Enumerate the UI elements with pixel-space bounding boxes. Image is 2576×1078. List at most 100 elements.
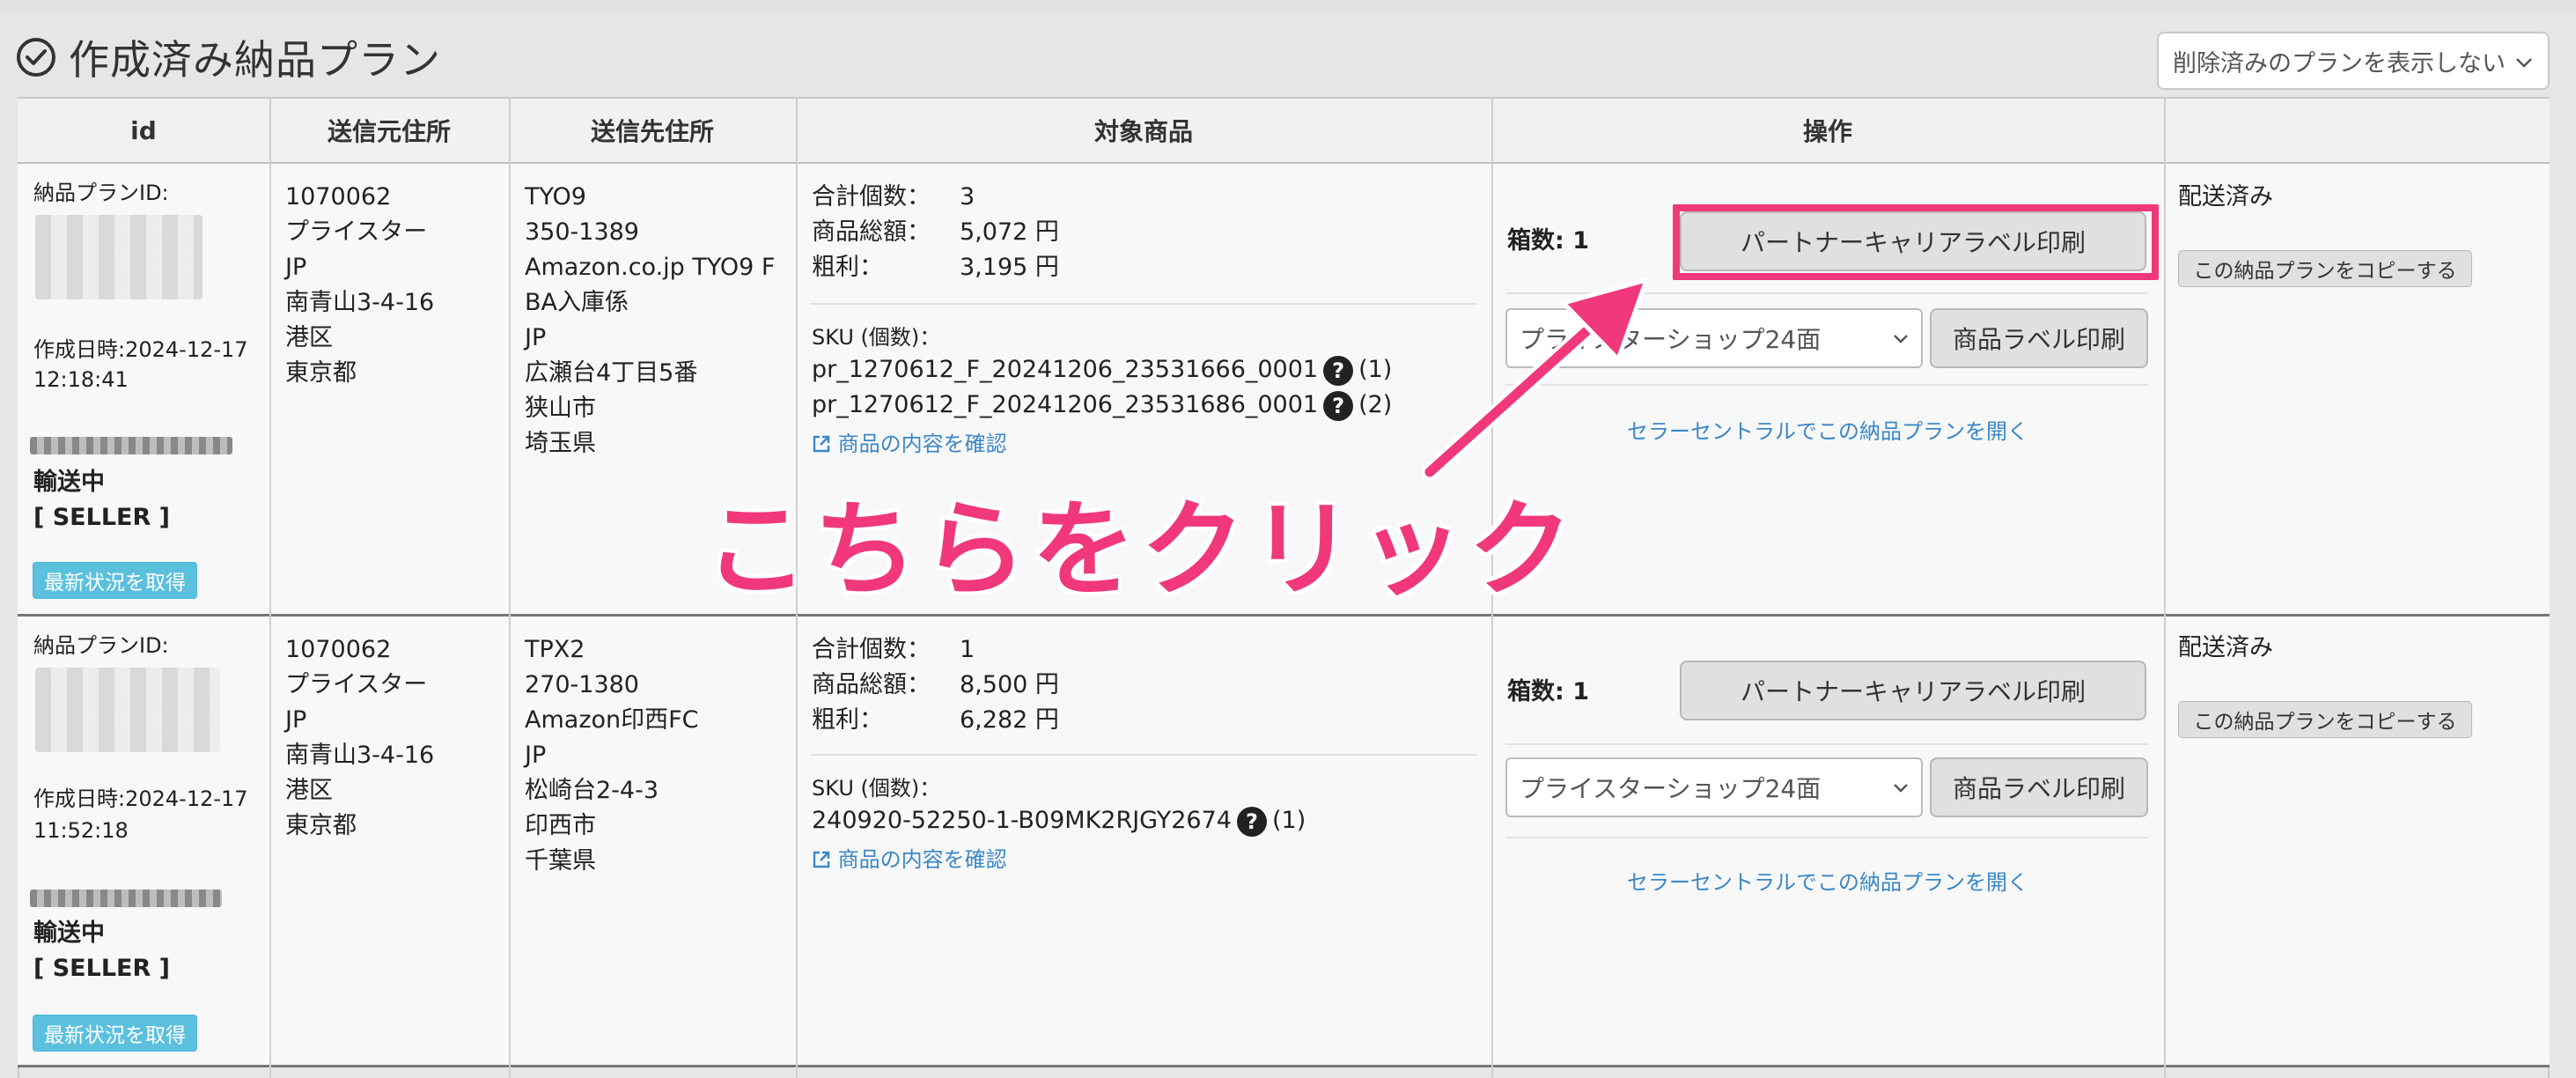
address-line: 港区	[285, 324, 333, 351]
column-header-to: 送信先住所	[590, 117, 714, 146]
from-address: 1070062 プライスター JP 南青山3-4-16 港区 東京都	[285, 632, 434, 844]
copy-plan-button[interactable]: この納品プランをコピーする	[2178, 701, 2472, 738]
item-label-print-button[interactable]: 商品ラベル印刷	[1930, 757, 2148, 817]
address-line: プライスター	[285, 218, 428, 246]
sku-code: pr_1270612_F_20241206_23531686_0001	[812, 391, 1319, 418]
redacted-text	[30, 437, 232, 454]
item-label-print-button[interactable]: 商品ラベル印刷	[1930, 308, 2148, 368]
table-header: id 送信元住所 送信先住所 対象商品 操作	[18, 97, 2550, 164]
to-address: TPX2 270-1380 Amazon印西FC JP 松崎台2-4-3 印西市…	[525, 632, 699, 879]
address-line: JP	[525, 742, 547, 769]
box-count: 箱数: 1	[1507, 227, 1589, 255]
column-divider	[509, 97, 511, 1078]
address-line: 東京都	[285, 812, 357, 839]
address-line: 狭山市	[525, 395, 596, 422]
created-time: 11:52:18	[33, 818, 129, 843]
sku-code: pr_1270612_F_20241206_23531666_0001	[812, 356, 1319, 383]
divider	[810, 303, 1477, 305]
summary-label: 合計個数：	[812, 636, 931, 663]
address-line: 270-1380	[525, 671, 639, 698]
highlight-box	[1673, 204, 2159, 280]
divider	[1505, 743, 2148, 745]
address-line: JP	[285, 706, 307, 734]
deleted-plan-filter-select[interactable]: 削除済みのプランを表示しない	[2157, 32, 2550, 90]
address-line: TPX2	[525, 636, 585, 663]
page-title: 作成済み納品プラン	[69, 36, 441, 84]
divider	[1505, 837, 2148, 838]
column-header-actions: 操作	[1802, 117, 1852, 146]
address-line: Amazon.co.jp TYO9 F	[525, 254, 776, 281]
shipping-status: 配送済み	[2178, 183, 2273, 210]
seller-central-link[interactable]: セラーセントラルでこの納品プランを開く	[1627, 414, 2028, 445]
page-header: 作成済み納品プラン	[16, 26, 441, 88]
created-at: 作成日時:2024-12-17	[33, 786, 248, 811]
annotation-text: こちらをクリック	[704, 489, 1579, 610]
view-items-link[interactable]: 商品の内容を確認	[812, 426, 1007, 457]
address-line: 南青山3-4-16	[285, 289, 435, 316]
address-line: BA入庫係	[525, 289, 629, 316]
chevron-down-icon	[1894, 335, 1908, 343]
summary-value: 3	[960, 183, 975, 210]
summary-label: 商品総額：	[812, 671, 931, 698]
transit-status: 輸送中	[33, 469, 105, 496]
address-line: 南青山3-4-16	[285, 742, 435, 769]
address-line: 千葉県	[525, 847, 596, 875]
to-address: TYO9 350-1389 Amazon.co.jp TYO9 F BA入庫係 …	[525, 180, 775, 461]
address-line: 松崎台2-4-3	[525, 777, 659, 804]
address-line: JP	[285, 254, 307, 281]
address-line: 埼玉県	[525, 430, 596, 457]
top-strip	[0, 0, 2576, 12]
chevron-down-icon	[1894, 784, 1908, 793]
divider	[810, 754, 1477, 756]
summary-value: 6,282 円	[960, 706, 1059, 734]
address-line: 広瀬台4丁目5番	[525, 359, 698, 387]
items-summary: 合計個数： 1 商品総額： 8,500 円 粗利： 6,282 円	[812, 632, 1059, 738]
summary-value: 1	[960, 636, 975, 663]
address-line: 印西市	[525, 812, 596, 839]
plan-id-label: 納品プランID:	[33, 633, 169, 658]
summary-label: 粗利：	[812, 706, 883, 734]
shop-select-value: プライスターショップ24面	[1520, 774, 1822, 803]
summary-value: 5,072 円	[960, 218, 1059, 246]
address-line: 港区	[285, 777, 333, 804]
question-circle-icon[interactable]: ?	[1236, 806, 1267, 837]
summary-label: 商品総額：	[812, 218, 931, 246]
check-circle-icon	[17, 38, 55, 77]
column-divider	[2164, 97, 2166, 1078]
address-line: JP	[525, 324, 547, 351]
redacted-text	[30, 890, 222, 907]
role-label: [ SELLER ]	[33, 955, 171, 982]
pointer-arrow	[1421, 277, 1650, 481]
summary-value: 8,500 円	[960, 671, 1059, 698]
created-at: 作成日時:2024-12-17	[33, 337, 248, 362]
shipping-status: 配送済み	[2178, 634, 2273, 661]
refresh-status-button[interactable]: 最新状況を取得	[33, 1015, 197, 1052]
address-line: 350-1389	[525, 218, 639, 246]
external-link-icon	[813, 435, 830, 453]
seller-central-link[interactable]: セラーセントラルでこの納品プランを開く	[1627, 865, 2028, 896]
view-items-link[interactable]: 商品の内容を確認	[812, 842, 1007, 873]
sku-code: 240920-52250-1-B09MK2RJGY2674	[812, 807, 1232, 834]
column-divider	[269, 97, 271, 1078]
summary-label: 粗利：	[812, 254, 883, 281]
from-address: 1070062 プライスター JP 南青山3-4-16 港区 東京都	[285, 180, 434, 391]
sku-line: pr_1270612_F_20241206_23531666_0001? (1)	[812, 352, 1392, 388]
sku-line: pr_1270612_F_20241206_23531686_0001? (2)	[812, 388, 1392, 423]
refresh-status-button[interactable]: 最新状況を取得	[33, 562, 197, 599]
copy-plan-button[interactable]: この納品プランをコピーする	[2178, 250, 2472, 287]
sku-qty: (1)	[1358, 356, 1393, 383]
column-header-items: 対象商品	[1093, 117, 1193, 146]
created-time: 12:18:41	[33, 367, 129, 392]
transit-status: 輸送中	[33, 919, 105, 947]
external-link-icon	[813, 851, 830, 868]
address-line: プライスター	[285, 671, 428, 698]
view-items-link-text: 商品の内容を確認	[837, 847, 1007, 872]
box-count: 箱数: 1	[1507, 678, 1589, 705]
address-line: Amazon印西FC	[525, 706, 699, 734]
partner-carrier-label-print-button[interactable]: パートナーキャリアラベル印刷	[1680, 661, 2146, 720]
question-circle-icon[interactable]: ?	[1323, 355, 1354, 386]
view-items-link-text: 商品の内容を確認	[837, 432, 1007, 456]
column-header-from: 送信元住所	[327, 117, 451, 146]
question-circle-icon[interactable]: ?	[1323, 390, 1354, 421]
shop-select[interactable]: プライスターショップ24面	[1505, 757, 1923, 817]
